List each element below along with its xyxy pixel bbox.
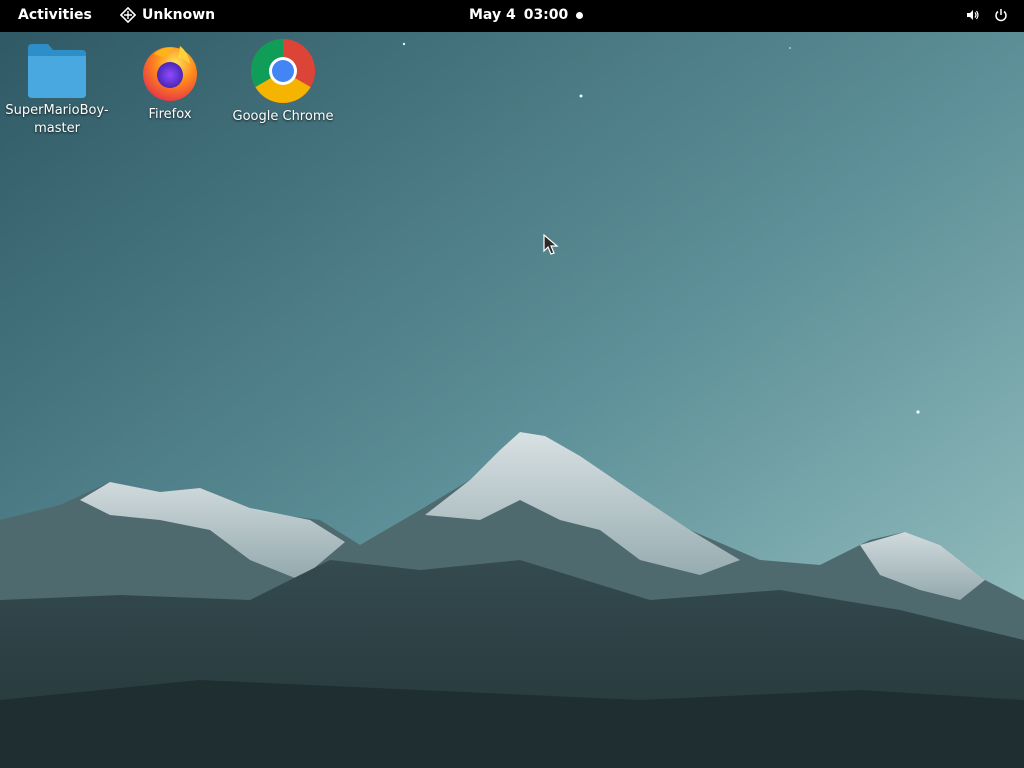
desktop-icon-label: SuperMarioBoy- master [5, 103, 109, 136]
firefox-icon [143, 46, 197, 101]
top-panel: Activities Unknown May 4 03:00 [0, 0, 1024, 32]
app-menu-label: Unknown [142, 7, 216, 23]
folder-icon [28, 44, 86, 98]
desktop-icon-folder[interactable]: SuperMarioBoy- master [2, 42, 112, 138]
desktop-icon-firefox[interactable]: Firefox [115, 42, 225, 124]
notification-dot [576, 12, 583, 19]
clock-time: 03:00 [523, 7, 569, 23]
mouse-cursor-icon [543, 234, 559, 255]
system-tray[interactable] [966, 8, 1008, 22]
desktop-icon-chrome[interactable]: Google Chrome [228, 38, 338, 126]
clock-date: May 4 [469, 7, 516, 23]
app-menu-icon [120, 7, 136, 23]
power-icon[interactable] [994, 8, 1008, 22]
desktop-icon-label: Firefox [148, 107, 192, 122]
activities-button[interactable]: Activities [18, 7, 92, 23]
desktop-icon-label: Google Chrome [232, 109, 334, 124]
clock-button[interactable]: May 4 03:00 [469, 7, 568, 23]
volume-icon[interactable] [966, 8, 980, 22]
app-menu[interactable]: Unknown [120, 7, 215, 23]
chrome-icon [251, 39, 315, 103]
